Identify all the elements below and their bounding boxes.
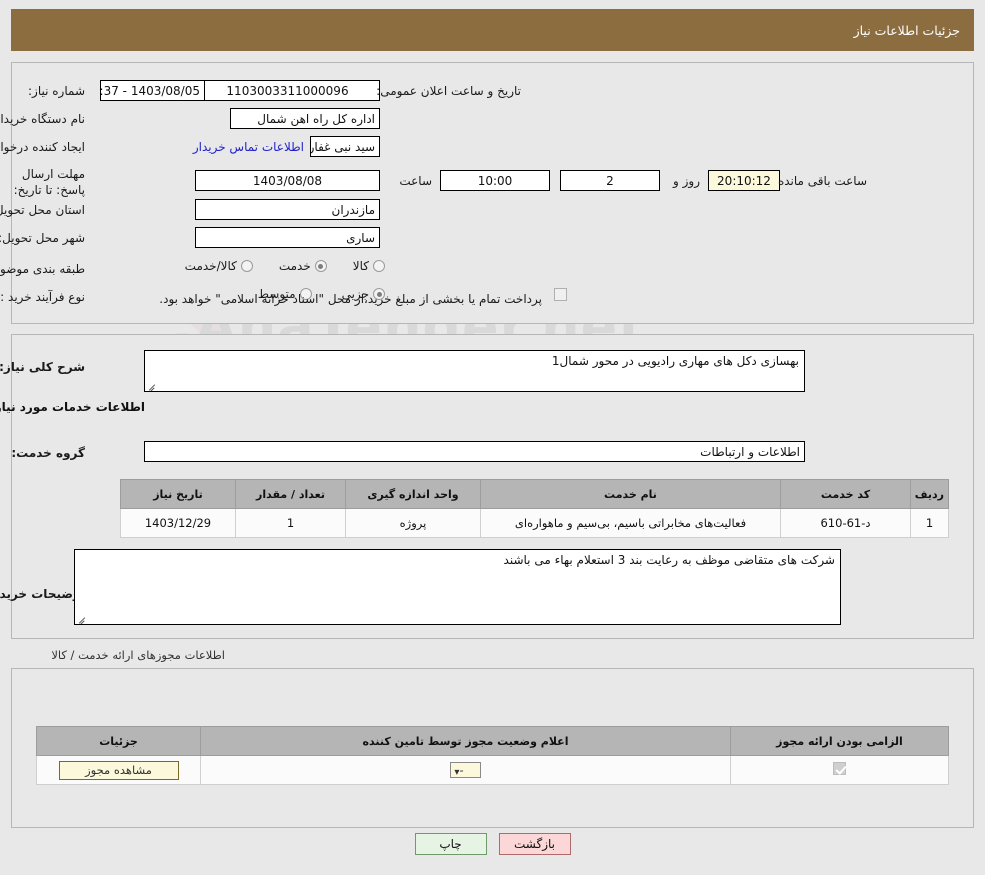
cell-license-status: ▾ -- xyxy=(200,755,731,785)
treasury-checkbox-wrap[interactable] xyxy=(554,288,567,301)
cell-row: 1 xyxy=(910,508,949,538)
col-license-required: الزامی بودن ارائه مجوز xyxy=(730,726,949,756)
services-table: ردیف کد خدمت نام خدمت واحد اندازه گیری ت… xyxy=(120,479,949,538)
col-quantity: تعداد / مقدار xyxy=(235,479,346,509)
page-root: AnaTender.net جزئیات اطلاعات نیاز شماره … xyxy=(0,0,985,875)
cell-quantity: 1 xyxy=(235,508,346,538)
category-radio-group: کالا خدمت کالا/خدمت xyxy=(185,259,385,273)
buyer-notes-value: شرکت های متقاضی موظف به رعایت بند 3 استع… xyxy=(503,553,835,567)
category-label: طبقه بندی موضوعی: xyxy=(0,262,85,276)
license-required-checkbox-icon xyxy=(833,762,846,775)
city-value: ساری xyxy=(195,227,380,248)
remaining-days-value: 2 xyxy=(560,170,660,191)
need-number-label: شماره نیاز: xyxy=(28,84,85,98)
table-row: ▾ -- مشاهده مجوز xyxy=(36,755,949,785)
radio-icon[interactable] xyxy=(240,260,253,272)
category-radio-kala-khedmat[interactable]: کالا/خدمت xyxy=(185,259,253,273)
category-radio-kala[interactable]: کالا xyxy=(353,259,385,273)
chevron-down-icon: ▾ xyxy=(454,766,460,778)
license-table-header-row: الزامی بودن ارائه مجوز اعلام وضعیت مجوز … xyxy=(36,726,949,756)
buyer-contact-link[interactable]: اطلاعات تماس خریدار xyxy=(193,140,304,154)
deadline-label: مهلت ارسال پاسخ: تا تاریخ: xyxy=(13,167,85,197)
radio-icon[interactable] xyxy=(314,260,327,272)
cell-service-code: د-61-610 xyxy=(780,508,911,538)
cell-license-details: مشاهده مجوز xyxy=(36,755,201,785)
cell-need-date: 1403/12/29 xyxy=(120,508,236,538)
service-group-label: گروه خدمت: xyxy=(11,446,85,460)
buyer-org-label: نام دستگاه خریدار: xyxy=(0,112,85,126)
announce-datetime-value: 1403/08/05 - 13:37 xyxy=(100,80,205,101)
need-description-label: شرح کلی نیاز: xyxy=(0,360,85,374)
license-section-title: اطلاعات مجوزهای ارائه خدمت / کالا xyxy=(51,648,225,662)
announce-datetime-label: تاریخ و ساعت اعلان عمومی: xyxy=(376,84,521,98)
page-title-bar: جزئیات اطلاعات نیاز xyxy=(11,9,974,51)
requester-label: ایجاد کننده درخواست: xyxy=(0,140,85,154)
license-table: الزامی بودن ارائه مجوز اعلام وضعیت مجوز … xyxy=(36,726,949,785)
category-radio-khedmat[interactable]: خدمت xyxy=(279,259,327,273)
province-label: استان محل تحویل: xyxy=(0,203,85,217)
services-table-header-row: ردیف کد خدمت نام خدمت واحد اندازه گیری ت… xyxy=(120,479,949,509)
col-license-status: اعلام وضعیت مجوز توسط تامین کننده xyxy=(200,726,731,756)
resize-grip-icon[interactable] xyxy=(147,380,157,390)
need-description-value-box[interactable]: بهسازی دکل های مهاری رادیویی در محور شما… xyxy=(144,350,805,392)
print-button[interactable]: چاپ xyxy=(414,833,487,855)
treasury-checkbox-icon[interactable] xyxy=(554,288,567,301)
radio-icon[interactable] xyxy=(373,260,385,272)
treasury-note: پرداخت تمام یا بخشی از مبلغ خرید،از محل … xyxy=(159,292,542,306)
license-status-select[interactable]: ▾ -- xyxy=(450,761,481,778)
need-number-value: 1103003311000096 xyxy=(195,80,380,101)
resize-grip-icon[interactable] xyxy=(77,613,87,623)
deadline-hour-value: 10:00 xyxy=(440,170,550,191)
view-license-button[interactable]: مشاهده مجوز xyxy=(58,760,179,780)
category-radio-kala-label: کالا xyxy=(352,259,369,273)
remaining-days-label: روز و xyxy=(673,174,700,188)
city-label: شهر محل تحویل: xyxy=(0,231,85,245)
need-info-panel xyxy=(11,62,974,324)
service-group-value: اطلاعات و ارتباطات xyxy=(144,441,805,462)
back-button[interactable]: بازگشت xyxy=(498,833,571,855)
cell-unit: پروژه xyxy=(345,508,481,538)
deadline-hour-label: ساعت xyxy=(399,174,432,188)
buyer-notes-value-box[interactable]: شرکت های متقاضی موظف به رعایت بند 3 استع… xyxy=(74,549,841,625)
category-radio-khedmat-label: خدمت xyxy=(278,259,311,273)
col-unit: واحد اندازه گیری xyxy=(345,479,481,509)
cell-service-name: فعالیت‌های مخابراتی باسیم، بی‌سیم و ماهو… xyxy=(480,508,781,538)
col-row: ردیف xyxy=(910,479,949,509)
buyer-notes-label: توضیحات خریدار: xyxy=(0,587,85,601)
table-row: 1 د-61-610 فعالیت‌های مخابراتی باسیم، بی… xyxy=(120,508,949,538)
countdown-timer-value: 20:10:12 xyxy=(708,170,780,191)
services-info-title: اطلاعات خدمات مورد نیاز xyxy=(0,400,145,414)
col-license-details: جزئیات xyxy=(36,726,201,756)
col-service-name: نام خدمت xyxy=(480,479,781,509)
province-value: مازندران xyxy=(195,199,380,220)
buyer-org-value: اداره کل راه اهن شمال xyxy=(230,108,380,129)
category-radio-kala-khedmat-label: کالا/خدمت xyxy=(184,259,237,273)
countdown-timer-label: ساعت باقی مانده xyxy=(777,174,867,188)
cell-license-required xyxy=(730,755,949,785)
process-label: نوع فرآیند خرید : xyxy=(0,290,85,304)
col-need-date: تاریخ نیاز xyxy=(120,479,236,509)
need-description-value: بهسازی دکل های مهاری رادیویی در محور شما… xyxy=(551,354,799,368)
deadline-date-value: 1403/08/08 xyxy=(195,170,380,191)
requester-value: سید نبی غفاری تاکامی کارشناس تدارکات ادا… xyxy=(310,136,380,157)
footer-button-bar: بازگشت چاپ xyxy=(0,833,985,855)
col-service-code: کد خدمت xyxy=(780,479,911,509)
page-title: جزئیات اطلاعات نیاز xyxy=(853,22,960,38)
